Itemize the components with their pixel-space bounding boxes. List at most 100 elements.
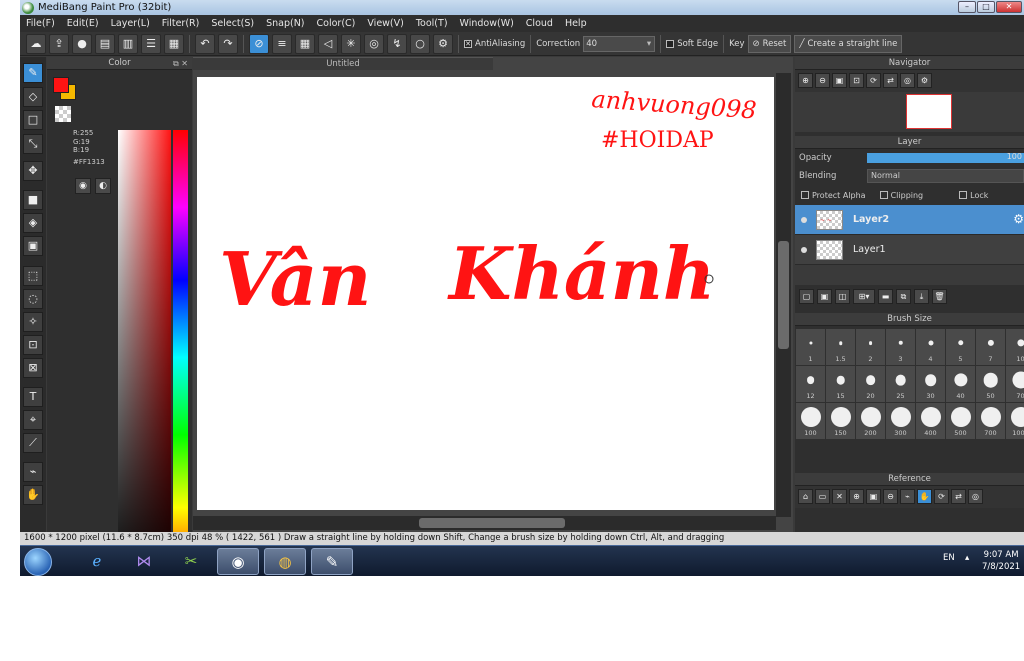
eyedropper-icon[interactable]: ⌁ [900, 489, 915, 504]
rect-select-icon[interactable]: ⬚ [23, 266, 43, 286]
language-indicator[interactable]: EN [943, 553, 955, 563]
soft-edge-checkbox[interactable] [666, 39, 675, 48]
brush-size-option[interactable]: 10 [1006, 329, 1024, 365]
parallel-snap-icon[interactable]: ≡ [272, 33, 292, 54]
brush-size-option[interactable]: 300 [886, 403, 915, 439]
tray-expand-icon[interactable]: ▴ [965, 553, 969, 563]
antialiasing-checkbox[interactable]: ✕ [464, 39, 472, 48]
grid-snap-icon[interactable]: ▦ [295, 33, 315, 54]
visibility-icon[interactable] [801, 216, 807, 223]
select-pen-icon[interactable]: ⊡ [23, 335, 43, 355]
comment-icon[interactable]: ● [72, 33, 92, 54]
menu-color[interactable]: Color(C) [311, 18, 362, 29]
visual-studio-icon[interactable]: ⋈ [123, 548, 165, 575]
vertical-scroll-thumb[interactable] [778, 241, 789, 349]
menu-tool[interactable]: Tool(T) [410, 18, 454, 29]
snap-off-icon[interactable]: ⊘ [249, 33, 269, 54]
chrome-icon[interactable]: ◍ [264, 548, 306, 575]
dot-tool-icon[interactable]: □ [23, 110, 43, 130]
bucket-tool-icon[interactable]: ◈ [23, 213, 43, 233]
layer-item[interactable]: ~ ~ Layer2 ⚙ [795, 205, 1024, 235]
curve-snap-icon[interactable]: ↯ [387, 33, 407, 54]
eyedropper-tool-icon[interactable]: ⌁ [23, 462, 43, 482]
panel-close-icon[interactable]: ⧉ ✕ [173, 57, 188, 70]
brush-tool-icon[interactable]: ✎ [23, 63, 43, 83]
brush-size-option[interactable]: 20 [856, 366, 885, 402]
hue-slider[interactable] [173, 130, 188, 576]
brush-size-option[interactable]: 500 [946, 403, 975, 439]
brush-size-option[interactable]: 70 [1006, 366, 1024, 402]
undo-icon[interactable]: ↶ [195, 33, 215, 54]
brush-size-option[interactable]: 1.5 [826, 329, 855, 365]
menu-snap[interactable]: Snap(N) [260, 18, 310, 29]
new-halftone-layer-icon[interactable]: ▣ [817, 289, 832, 304]
brush-size-option[interactable]: 12 [796, 366, 825, 402]
lasso-select-icon[interactable]: ◌ [23, 289, 43, 309]
brush-size-option[interactable]: 4 [916, 329, 945, 365]
brush-size-option[interactable]: 1 [796, 329, 825, 365]
paint-icon[interactable]: ✎ [311, 548, 353, 575]
protect-alpha-checkbox[interactable]: Protect Alpha [801, 191, 866, 200]
divide-tool-icon[interactable]: ⟋ [23, 433, 43, 453]
internet-explorer-icon[interactable]: ℯ [76, 548, 118, 575]
layer-item[interactable]: Layer1 [795, 235, 1024, 265]
brush-size-option[interactable]: 2 [856, 329, 885, 365]
cloud-icon[interactable]: ☁ [26, 33, 46, 54]
gradient-tool-icon[interactable]: ▣ [23, 236, 43, 256]
blending-select[interactable]: Normal [867, 169, 1024, 183]
open-reference-icon[interactable]: ⌂ [798, 489, 813, 504]
foreground-color-swatch[interactable] [53, 77, 69, 93]
zoom-in-icon[interactable]: ⊕ [849, 489, 864, 504]
brush-size-option[interactable]: 7 [976, 329, 1005, 365]
menu-cloud[interactable]: Cloud [520, 18, 559, 29]
redo-icon[interactable]: ↷ [218, 33, 238, 54]
reset-icon[interactable]: ◎ [968, 489, 983, 504]
menu-help[interactable]: Help [559, 18, 593, 29]
brush-size-option[interactable]: 1000 [1006, 403, 1024, 439]
correction-select[interactable]: 40 [583, 35, 656, 52]
page-icon[interactable]: ▥ [118, 33, 138, 54]
duplicate-layer-icon[interactable]: ⧉ [896, 289, 911, 304]
straight-line-button[interactable]: ╱ Create a straight line [794, 34, 903, 53]
drawing-canvas[interactable]: anhvuong098 #HOIDAP Vân Khánh [197, 77, 774, 510]
clipping-checkbox[interactable]: Clipping [879, 191, 923, 200]
brush-size-option[interactable]: 30 [916, 366, 945, 402]
flip-icon[interactable]: ⇄ [951, 489, 966, 504]
new-layer-icon[interactable]: ▢ [799, 289, 814, 304]
menu-file[interactable]: File(F) [20, 18, 61, 29]
radial-snap-icon[interactable]: ✳ [341, 33, 361, 54]
start-button[interactable] [24, 548, 52, 576]
brush-size-option[interactable]: 3 [886, 329, 915, 365]
brush-size-option[interactable]: 5 [946, 329, 975, 365]
magic-wand-icon[interactable]: ✧ [23, 312, 43, 332]
maximize-button[interactable]: □ [977, 1, 995, 13]
fill-rect-tool-icon[interactable]: ■ [23, 190, 43, 210]
add-layer-menu-icon[interactable]: ⊞▾ [853, 289, 875, 304]
menu-select[interactable]: Select(S) [205, 18, 260, 29]
medibang-taskbar-icon[interactable]: ◉ [217, 548, 259, 575]
vertical-scrollbar[interactable] [776, 73, 791, 517]
move-tool-icon[interactable]: ✥ [23, 161, 43, 181]
folder-icon[interactable]: ▭ [815, 489, 830, 504]
rotate-icon[interactable]: ⟳ [866, 73, 881, 88]
text-tool-icon[interactable]: T [23, 387, 43, 407]
brush-size-option[interactable]: 50 [976, 366, 1005, 402]
flip-icon[interactable]: ⇄ [883, 73, 898, 88]
operation-tool-icon[interactable]: ⌖ [23, 410, 43, 430]
ellipse-snap-icon[interactable]: ○ [410, 33, 430, 54]
new-folder-icon[interactable]: ▬ [878, 289, 893, 304]
close-button[interactable]: ✕ [996, 1, 1022, 13]
reset-button[interactable]: ⊘ Reset [747, 34, 792, 53]
menu-layer[interactable]: Layer(L) [105, 18, 156, 29]
brush-size-option[interactable]: 400 [916, 403, 945, 439]
fit-icon[interactable]: ▣ [866, 489, 881, 504]
menu-window[interactable]: Window(W) [454, 18, 520, 29]
system-clock[interactable]: 9:07 AM 7/8/2021 [982, 549, 1020, 573]
fit-icon[interactable]: ▣ [832, 73, 847, 88]
merge-layer-icon[interactable]: ⤓ [914, 289, 929, 304]
brush-size-option[interactable]: 200 [856, 403, 885, 439]
brush-size-option[interactable]: 100 [796, 403, 825, 439]
page-list-icon[interactable]: ☰ [141, 33, 161, 54]
circle-snap-icon[interactable]: ◎ [364, 33, 384, 54]
palette-icon[interactable]: ◉ [75, 178, 91, 194]
